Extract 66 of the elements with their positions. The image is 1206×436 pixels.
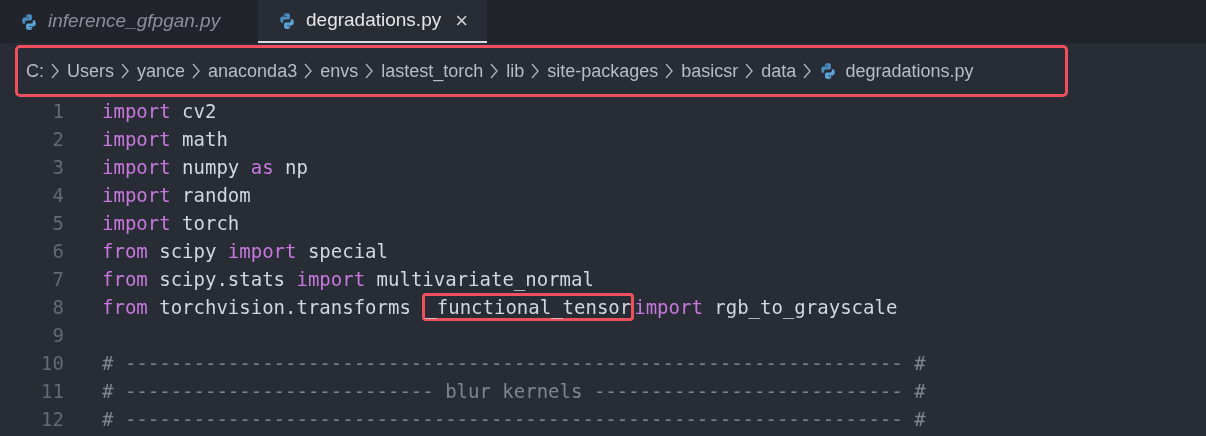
line-number: 3	[51, 155, 64, 180]
line-number: 9	[51, 323, 64, 348]
breadcrumb-item[interactable]: lastest_torch	[381, 57, 484, 85]
code-token: cv2	[181, 99, 217, 124]
breadcrumb-item[interactable]: degradations.py	[845, 57, 974, 85]
line-number: 7	[51, 267, 64, 292]
code-token: import	[634, 295, 703, 320]
line-number: 2	[51, 127, 64, 152]
breadcrumb-item[interactable]: lib	[506, 57, 525, 85]
code-token: special	[306, 239, 388, 264]
chevron-icon	[490, 63, 500, 79]
python-icon	[20, 12, 38, 31]
chevron-icon	[365, 63, 375, 79]
python-icon	[819, 62, 838, 80]
breadcrumb-item[interactable]: basicsr	[681, 57, 739, 85]
line-number: 12	[40, 407, 64, 432]
code-token: import	[102, 99, 171, 124]
close-button[interactable]: ×	[455, 4, 469, 37]
breadcrumb-item[interactable]: envs	[320, 57, 359, 85]
code-token: scipy.stats	[158, 267, 287, 292]
code-token: from	[102, 267, 148, 292]
code-token: torch	[181, 211, 240, 236]
chevron-icon	[304, 63, 314, 79]
code-token: numpy	[181, 155, 241, 180]
line-number: 5	[51, 211, 64, 236]
code-token: import	[102, 155, 171, 180]
line-number: 11	[40, 379, 64, 404]
code-token: from	[102, 239, 148, 264]
breadcrumb-item[interactable]: Users	[67, 57, 114, 85]
code-token: multivariate_normal	[375, 267, 594, 293]
breadcrumb-item[interactable]: data	[761, 57, 797, 85]
code-token: import	[102, 127, 171, 152]
chevron-icon	[51, 63, 60, 79]
chevron-icon	[192, 63, 202, 79]
line-number: 6	[51, 239, 64, 264]
code-token: as	[250, 155, 274, 180]
line-number: 10	[40, 351, 64, 376]
code-token: import	[296, 267, 366, 292]
breadcrumb-item[interactable]: anaconda3	[208, 57, 298, 85]
breadcrumb-item[interactable]: yance	[137, 57, 186, 85]
code-token: import	[102, 211, 171, 236]
breadcrumb-item[interactable]: site-packages	[547, 57, 659, 85]
chevron-icon	[803, 63, 813, 79]
line-number: 8	[51, 295, 64, 320]
chevron-icon	[121, 63, 130, 79]
chevron-icon	[531, 63, 541, 79]
code-token: rgb_to_grayscale	[713, 295, 898, 321]
code-token: scipy	[158, 239, 218, 264]
code-token: # -------------------------------------------------------------------- #	[102, 407, 926, 432]
code-token: from	[102, 295, 148, 320]
code-token: # -------------------------------------------------------------------- #	[102, 351, 926, 376]
code-token: random	[181, 183, 251, 208]
code-token: torchvision.transforms	[158, 295, 412, 320]
line-number: 1	[51, 99, 64, 124]
editor-tab[interactable]: degradations.py ×	[258, 0, 487, 43]
code-token: import	[227, 239, 297, 264]
line-number: 4	[51, 183, 64, 208]
code-token: np	[284, 155, 308, 180]
code-token: # --------------------------- blur kernels --------------------------- #	[102, 379, 926, 404]
chevron-icon	[665, 63, 675, 79]
code-token: import	[102, 183, 171, 208]
code-token: math	[181, 127, 228, 152]
breadcrumb-item[interactable]: C:	[26, 57, 44, 85]
code-token: _functional_tensor	[422, 293, 635, 321]
python-icon	[278, 11, 296, 30]
chevron-icon	[745, 63, 755, 79]
